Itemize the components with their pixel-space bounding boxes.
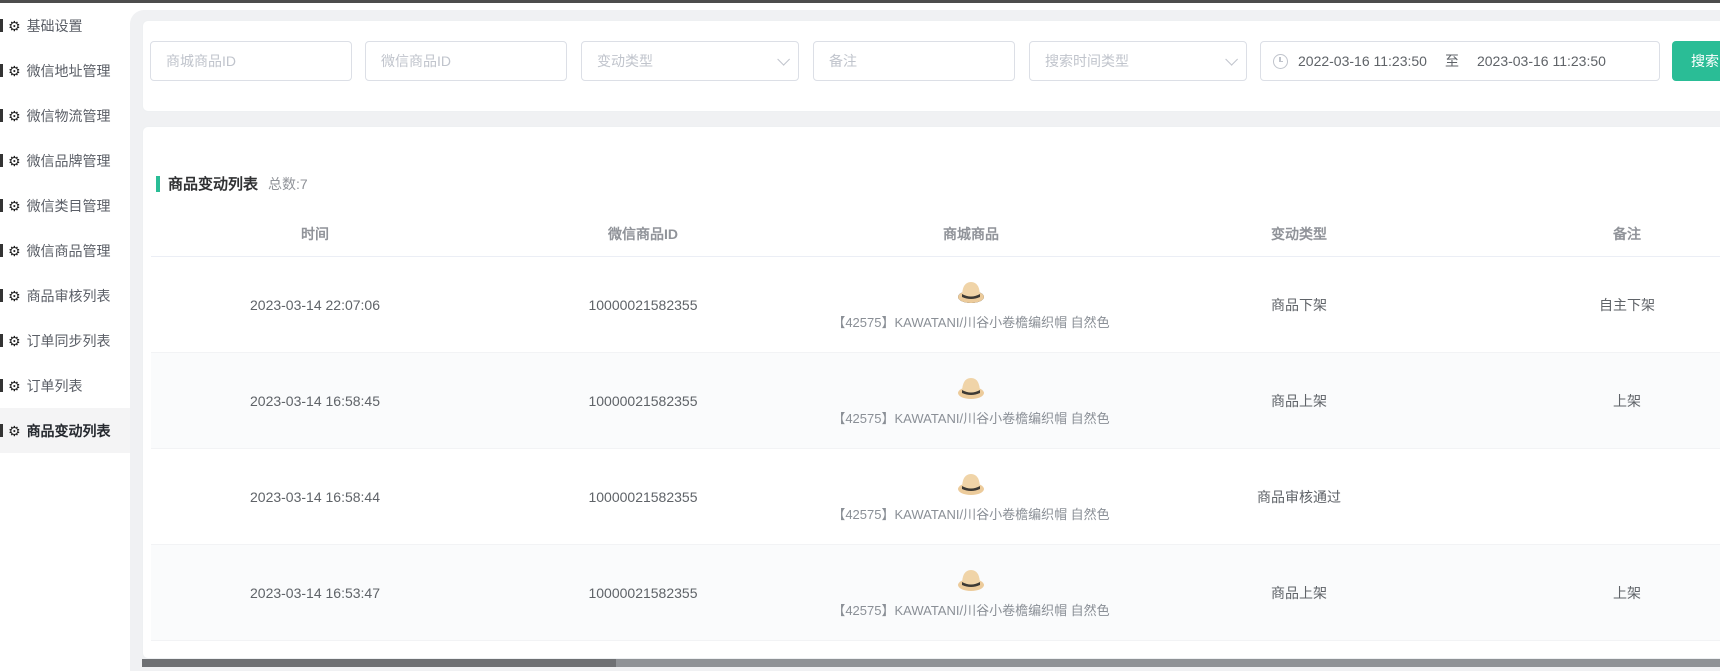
table-row: 2023-03-14 16:58:45 10000021582355 【4257… xyxy=(151,353,1720,449)
column-header-wechat-id: 微信商品ID xyxy=(479,224,807,244)
mall-product-id-input[interactable] xyxy=(150,41,352,81)
sidebar-item-order-list[interactable]: ⚙ 订单列表 xyxy=(0,363,130,408)
sidebar-item-label: 基础设置 xyxy=(27,16,83,36)
cell-mall-product: 【42575】KAWATANI/川谷小卷檐编织帽 自然色 xyxy=(807,470,1135,523)
product-change-list-panel: 商品变动列表 总数:7 时间 微信商品ID 商城商品 变动类型 备注 2023-… xyxy=(142,126,1720,659)
sidebar-item-wechat-logistics[interactable]: ⚙ 微信物流管理 xyxy=(0,93,130,138)
sidebar-item-label: 微信物流管理 xyxy=(27,106,111,126)
sidebar-item-wechat-brand[interactable]: ⚙ 微信品牌管理 xyxy=(0,138,130,183)
title-accent-bar xyxy=(156,176,160,192)
cell-mall-product: 【42575】KAWATANI/川谷小卷檐编织帽 自然色 xyxy=(807,278,1135,331)
remark-input[interactable] xyxy=(813,41,1015,81)
window-top-edge xyxy=(0,0,1720,3)
sidebar-item-label: 订单列表 xyxy=(27,376,83,396)
search-time-type-placeholder: 搜索时间类型 xyxy=(1045,51,1129,71)
gear-icon: ⚙ xyxy=(8,289,21,303)
cell-remark: 上架 xyxy=(1463,391,1720,411)
cell-mall-product: 【42575】KAWATANI/川谷小卷檐编织帽 自然色 xyxy=(807,374,1135,427)
date-range-picker[interactable]: 2022-03-16 11:23:50 至 2023-03-16 11:23:5… xyxy=(1260,41,1660,81)
gear-icon: ⚙ xyxy=(8,154,21,168)
gear-icon: ⚙ xyxy=(8,199,21,213)
sidebar-menu: ⚙ 基础设置 ⚙ 微信地址管理 ⚙ 微信物流管理 ⚙ 微信品牌管理 ⚙ 微信类目… xyxy=(0,3,130,453)
search-time-type-select[interactable]: 搜索时间类型 xyxy=(1029,41,1247,81)
cell-time: 2023-03-14 16:58:45 xyxy=(151,393,479,409)
sidebar-item-label: 微信商品管理 xyxy=(27,241,111,261)
product-change-table: 时间 微信商品ID 商城商品 变动类型 备注 2023-03-14 22:07:… xyxy=(151,211,1720,659)
product-image-straw-hat xyxy=(956,470,986,496)
product-name: 【42575】KAWATANI/川谷小卷檐编织帽 自然色 xyxy=(832,408,1109,427)
sidebar-item-label: 微信地址管理 xyxy=(27,61,111,81)
table-row xyxy=(151,641,1720,659)
column-header-time: 时间 xyxy=(151,224,479,244)
cell-change-type: 商品审核通过 xyxy=(1135,487,1463,507)
change-type-select[interactable]: 变动类型 xyxy=(581,41,799,81)
date-range-end[interactable]: 2023-03-16 11:23:50 xyxy=(1477,53,1606,69)
date-range-separator: 至 xyxy=(1437,51,1467,71)
table-row: 2023-03-14 16:53:47 10000021582355 【4257… xyxy=(151,545,1720,641)
cell-change-type: 商品上架 xyxy=(1135,391,1463,411)
sidebar-item-product-change-list[interactable]: ⚙ 商品变动列表 xyxy=(0,408,130,453)
change-type-placeholder: 变动类型 xyxy=(597,51,653,71)
cell-mall-product: 【42575】KAWATANI/川谷小卷檐编织帽 自然色 xyxy=(807,566,1135,619)
product-name: 【42575】KAWATANI/川谷小卷檐编织帽 自然色 xyxy=(832,312,1109,331)
cell-time: 2023-03-14 22:07:06 xyxy=(151,297,479,313)
content-region: 变动类型 搜索时间类型 2022-03-16 11:23:50 至 2023-0… xyxy=(130,10,1720,671)
sidebar-item-label: 商品审核列表 xyxy=(27,286,111,306)
cell-remark: 上架 xyxy=(1463,583,1720,603)
gear-icon: ⚙ xyxy=(8,109,21,123)
sidebar-item-label: 微信类目管理 xyxy=(27,196,111,216)
horizontal-scrollbar-thumb[interactable] xyxy=(142,659,616,667)
horizontal-scrollbar-track[interactable] xyxy=(142,659,1720,667)
sidebar-item-product-review-list[interactable]: ⚙ 商品审核列表 xyxy=(0,273,130,318)
product-image-straw-hat xyxy=(956,278,986,304)
column-header-change-type: 变动类型 xyxy=(1135,224,1463,244)
date-range-start[interactable]: 2022-03-16 11:23:50 xyxy=(1298,53,1427,69)
column-header-mall-product: 商城商品 xyxy=(807,224,1135,244)
sidebar-item-label: 商品变动列表 xyxy=(27,421,111,441)
column-header-remark: 备注 xyxy=(1463,224,1720,244)
cell-time: 2023-03-14 16:53:47 xyxy=(151,585,479,601)
cell-remark: 自主下架 xyxy=(1463,295,1720,315)
product-name: 【42575】KAWATANI/川谷小卷檐编织帽 自然色 xyxy=(832,504,1109,523)
product-image-straw-hat xyxy=(956,566,986,592)
sidebar-item-order-sync-list[interactable]: ⚙ 订单同步列表 xyxy=(0,318,130,363)
sidebar-item-label: 微信品牌管理 xyxy=(27,151,111,171)
product-name: 【42575】KAWATANI/川谷小卷檐编织帽 自然色 xyxy=(832,600,1109,619)
cell-change-type: 商品上架 xyxy=(1135,583,1463,603)
gear-icon: ⚙ xyxy=(8,64,21,78)
cell-wechat-id: 10000021582355 xyxy=(479,297,807,313)
table-row: 2023-03-14 22:07:06 10000021582355 【4257… xyxy=(151,257,1720,353)
cell-change-type: 商品下架 xyxy=(1135,295,1463,315)
wechat-product-id-input[interactable] xyxy=(365,41,567,81)
total-count: 总数:7 xyxy=(268,174,308,194)
cell-time: 2023-03-14 16:58:44 xyxy=(151,489,479,505)
sidebar-item-wechat-product[interactable]: ⚙ 微信商品管理 xyxy=(0,228,130,273)
table-row: 2023-03-14 16:58:44 10000021582355 【4257… xyxy=(151,449,1720,545)
table-header-row: 时间 微信商品ID 商城商品 变动类型 备注 xyxy=(151,211,1720,257)
sidebar-item-wechat-address[interactable]: ⚙ 微信地址管理 xyxy=(0,48,130,93)
sidebar: ⚙ 基础设置 ⚙ 微信地址管理 ⚙ 微信物流管理 ⚙ 微信品牌管理 ⚙ 微信类目… xyxy=(0,3,130,671)
clock-icon xyxy=(1273,54,1288,69)
gear-icon: ⚙ xyxy=(8,424,21,438)
list-header: 商品变动列表 总数:7 xyxy=(156,173,308,194)
sidebar-item-basic-settings[interactable]: ⚙ 基础设置 xyxy=(0,3,130,48)
search-button[interactable]: 搜索 xyxy=(1672,41,1720,81)
gear-icon: ⚙ xyxy=(8,334,21,348)
chevron-down-icon xyxy=(1225,53,1238,66)
gear-icon: ⚙ xyxy=(8,244,21,258)
sidebar-item-wechat-category[interactable]: ⚙ 微信类目管理 xyxy=(0,183,130,228)
cell-wechat-id: 10000021582355 xyxy=(479,489,807,505)
product-image-straw-hat xyxy=(956,374,986,400)
cell-wechat-id: 10000021582355 xyxy=(479,393,807,409)
sidebar-item-label: 订单同步列表 xyxy=(27,331,111,351)
gear-icon: ⚙ xyxy=(8,379,21,393)
page-title: 商品变动列表 xyxy=(168,173,258,194)
cell-wechat-id: 10000021582355 xyxy=(479,585,807,601)
chevron-down-icon xyxy=(777,53,790,66)
gear-icon: ⚙ xyxy=(8,19,21,33)
